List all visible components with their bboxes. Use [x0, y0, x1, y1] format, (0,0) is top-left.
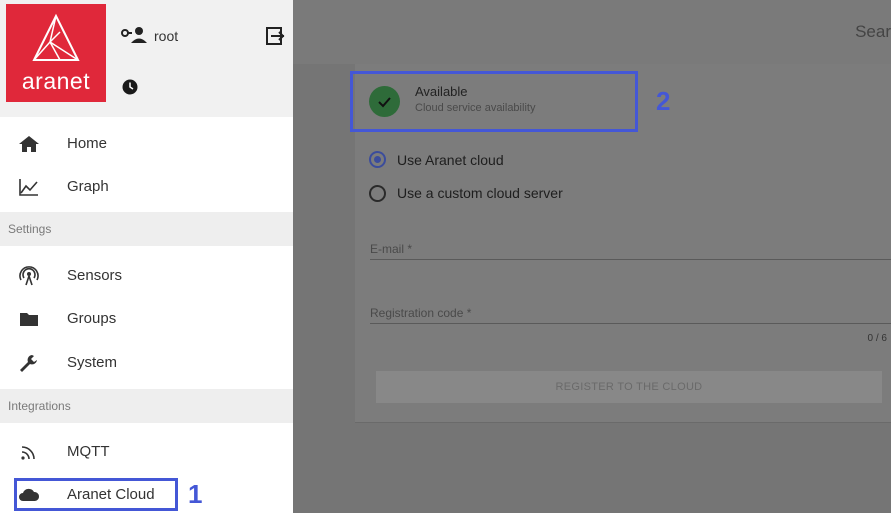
section-settings: Settings [0, 212, 293, 246]
sidebar-item-mqtt[interactable]: MQTT [0, 430, 293, 474]
user-name[interactable]: root [154, 28, 178, 44]
graph-icon [19, 179, 38, 196]
section-integrations: Integrations [0, 389, 293, 423]
status-title: Available [415, 84, 468, 99]
code-character-counter: 0 / 6 [867, 333, 887, 344]
sidebar: aranet root Home Graph Settings Sensors … [0, 0, 301, 513]
radio-use-aranet-cloud[interactable] [369, 151, 386, 168]
top-bar: Sear [293, 0, 891, 64]
radio-label-aranet-cloud[interactable]: Use Aranet cloud [397, 152, 504, 168]
sidebar-item-label: Sensors [67, 267, 123, 284]
sidebar-item-graph[interactable]: Graph [0, 165, 293, 209]
rss-icon [21, 446, 35, 460]
sidebar-item-label: Graph [67, 178, 109, 195]
radio-label-custom-server[interactable]: Use a custom cloud server [397, 185, 563, 201]
status-subtitle: Cloud service availability [415, 102, 536, 114]
email-field-label: E-mail * [370, 242, 413, 256]
folder-icon [20, 313, 38, 326]
register-to-cloud-button[interactable]: REGISTER TO THE CLOUD [376, 371, 882, 403]
sidebar-item-groups[interactable]: Groups [0, 297, 293, 341]
email-field[interactable] [370, 259, 891, 260]
sidebar-item-label: Home [67, 135, 108, 152]
annotation-number-2: 2 [656, 86, 671, 116]
available-status-icon [369, 86, 400, 117]
registration-code-field[interactable] [370, 323, 891, 324]
logo-text: aranet [21, 68, 91, 94]
logo-mark-icon [32, 13, 80, 61]
sidebar-item-label: MQTT [67, 443, 110, 460]
sensor-icon [19, 266, 39, 286]
registration-code-field-label: Registration code * [370, 306, 472, 320]
search-input[interactable]: Sear [855, 22, 891, 42]
section-label: Settings [8, 222, 52, 236]
sidebar-item-home[interactable]: Home [0, 122, 293, 166]
wrench-icon [20, 355, 37, 372]
clock-icon[interactable] [122, 79, 138, 95]
user-key-icon [121, 27, 147, 43]
home-icon [19, 136, 39, 152]
sidebar-header: aranet root [0, 0, 301, 117]
sidebar-item-label: System [67, 354, 118, 371]
radio-use-custom-server[interactable] [369, 185, 386, 202]
section-label: Integrations [8, 399, 71, 413]
logout-icon[interactable] [264, 25, 286, 47]
check-icon [378, 97, 391, 108]
aranet-logo[interactable]: aranet [6, 4, 106, 102]
sidebar-item-sensors[interactable]: Sensors [0, 254, 293, 298]
annotation-number-1: 1 [188, 479, 203, 509]
sidebar-item-system[interactable]: System [0, 341, 293, 385]
annotation-box-1 [14, 478, 178, 511]
sidebar-item-label: Groups [67, 310, 117, 327]
